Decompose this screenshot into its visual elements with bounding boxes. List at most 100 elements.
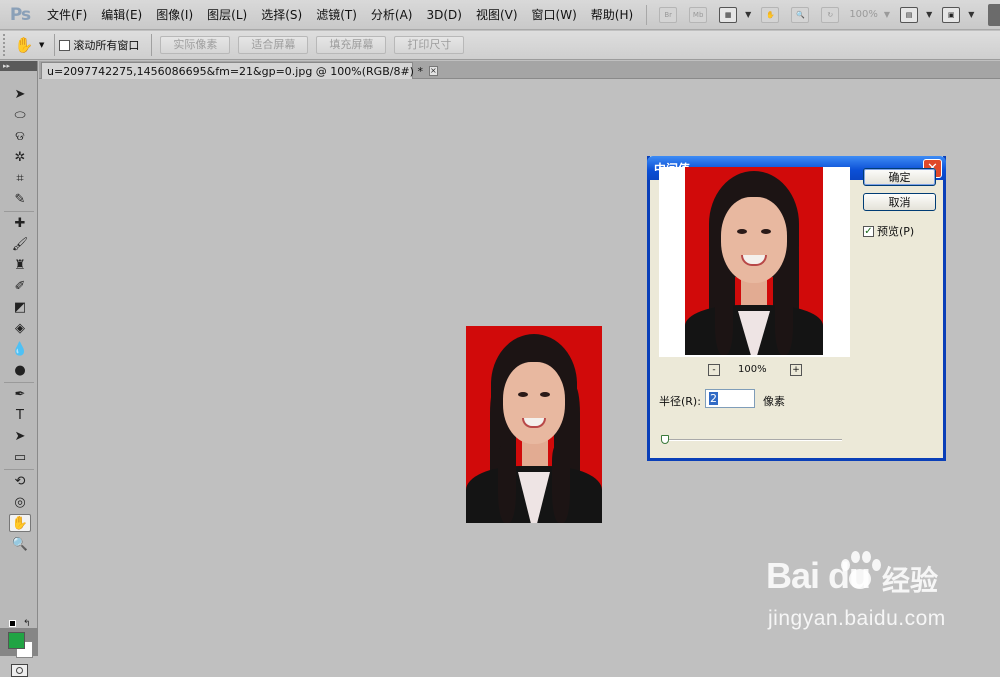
print-size-button[interactable]: 打印尺寸 [394, 36, 465, 54]
canvas-image[interactable] [466, 326, 602, 523]
cancel-button[interactable]: 取消 [863, 193, 936, 211]
dialog-preview[interactable] [659, 167, 850, 357]
photo-hair-right [775, 285, 793, 355]
menu-image[interactable]: 图像(I) [149, 0, 200, 30]
zoom-level[interactable]: 100% [849, 9, 878, 20]
photo-face [721, 197, 787, 283]
fit-screen-button[interactable]: 适合屏幕 [238, 36, 309, 54]
tools-panel: ▸▸ ➤ ⬭ ଡ ✲ ⌗ ✎ ✚ 🖌 ♜ ✐ ◩ ◈ 💧 ● ✒ T ➤ ▭ ⟲… [0, 61, 38, 677]
menu-window[interactable]: 窗口(W) [525, 0, 584, 30]
crop-tool-icon[interactable]: ⌗ [9, 169, 31, 187]
hand-tool-icon[interactable]: ✋ [9, 514, 31, 532]
scroll-all-windows-option[interactable]: 滚动所有窗口 [59, 37, 139, 53]
mini-bridge-icon[interactable]: Mb [689, 6, 708, 23]
photo-eye [540, 392, 550, 397]
shape-tool-icon[interactable]: ▭ [9, 448, 31, 466]
baidu-logo-text: Bai du [766, 555, 871, 596]
view-extras-icon[interactable]: ▦ [719, 6, 738, 23]
foreground-color-swatch[interactable] [8, 632, 25, 649]
preview-image [685, 167, 823, 355]
history-brush-tool-icon[interactable]: ✐ [9, 277, 31, 295]
radius-slider[interactable] [664, 439, 842, 441]
marquee-tool-icon[interactable]: ⬭ [9, 106, 31, 124]
3d-rotate-tool-icon[interactable]: ⟲ [9, 472, 31, 490]
dodge-tool-icon[interactable]: ● [9, 361, 31, 379]
document-tab[interactable]: u=2097742275,1456086695&fm=21&gp=0.jpg @… [41, 62, 438, 79]
quick-selection-tool-icon[interactable]: ✲ [9, 148, 31, 166]
chevron-down-icon[interactable]: ▼ [745, 10, 751, 19]
menu-edit[interactable]: 编辑(E) [94, 0, 149, 30]
jingyan-text: 经验 [882, 564, 939, 597]
hand-tool-icon[interactable]: ✋ [9, 34, 39, 56]
lasso-tool-icon[interactable]: ଡ [9, 127, 31, 145]
eraser-tool-icon[interactable]: ◩ [9, 298, 31, 316]
tools-divider [4, 469, 34, 470]
photo-eye [518, 392, 528, 397]
preview-label: 预览(P) [877, 225, 915, 238]
pen-tool-icon[interactable]: ✒ [9, 385, 31, 403]
document-tab-bar: u=2097742275,1456086695&fm=21&gp=0.jpg @… [39, 61, 1000, 79]
options-bar: ✋ ▼ 滚动所有窗口 实际像素 适合屏幕 填充屏幕 打印尺寸 [0, 31, 1000, 60]
bridge-icon[interactable]: Br [659, 6, 678, 23]
menubar-divider [646, 4, 648, 25]
move-tool-icon[interactable]: ➤ [9, 85, 31, 103]
zoom-tool-icon[interactable]: 🔍 [791, 6, 810, 23]
preview-zoom-level: 100% [738, 364, 767, 375]
chevron-down-icon[interactable]: ▼ [968, 10, 974, 19]
healing-brush-tool-icon[interactable]: ✚ [9, 214, 31, 232]
photo-hair-right [552, 446, 570, 523]
chevron-down-icon[interactable]: ▼ [926, 10, 932, 19]
radius-slider-thumb[interactable] [661, 435, 669, 444]
menu-help[interactable]: 帮助(H) [584, 0, 640, 30]
photoshop-logo: Ps [9, 4, 31, 25]
path-selection-tool-icon[interactable]: ➤ [9, 427, 31, 445]
menu-analysis[interactable]: 分析(A) [364, 0, 420, 30]
zoom-in-button[interactable]: + [790, 364, 802, 376]
chevron-down-icon[interactable]: ▼ [39, 41, 44, 49]
hand-tool-icon[interactable]: ✋ [761, 6, 780, 23]
eyedropper-tool-icon[interactable]: ✎ [9, 190, 31, 208]
watermark-url: jingyan.baidu.com [768, 607, 946, 630]
clone-stamp-tool-icon[interactable]: ♜ [9, 256, 31, 274]
blur-tool-icon[interactable]: 💧 [9, 340, 31, 358]
brush-tool-icon[interactable]: 🖌 [9, 235, 31, 253]
options-divider [54, 34, 56, 56]
preview-option[interactable]: ✓ 预览(P) [863, 223, 914, 239]
arrange-documents-icon[interactable]: ▤ [900, 6, 919, 23]
radius-label: 半径(R): [659, 395, 701, 408]
zoom-tool-icon[interactable]: 🔍 [9, 535, 31, 553]
photo-eye [737, 229, 747, 234]
3d-orbit-tool-icon[interactable]: ◎ [9, 493, 31, 511]
radius-value: 2 [709, 392, 718, 405]
paint-bucket-tool-icon[interactable]: ◈ [9, 319, 31, 337]
menu-layer[interactable]: 图层(L) [200, 0, 254, 30]
fill-screen-button[interactable]: 填充屏幕 [316, 36, 387, 54]
menu-filter[interactable]: 滤镜(T) [309, 0, 364, 30]
close-icon[interactable]: × [428, 66, 438, 76]
menu-3d[interactable]: 3D(D) [419, 0, 468, 30]
menu-bar: Ps 文件(F) 编辑(E) 图像(I) 图层(L) 选择(S) 滤镜(T) 分… [0, 0, 1000, 30]
options-divider [151, 34, 153, 56]
screen-mode-icon[interactable]: ▣ [942, 6, 961, 23]
tools-divider [4, 211, 34, 212]
zoom-out-button[interactable]: - [708, 364, 720, 376]
ok-button[interactable]: 确定 [863, 168, 936, 186]
menu-file[interactable]: 文件(F) [40, 0, 94, 30]
actual-pixels-button[interactable]: 实际像素 [160, 36, 231, 54]
baidu-jingyan-watermark: Bai du 经验 jingyan.baidu.com [766, 549, 996, 639]
default-colors-icon[interactable] [9, 620, 16, 627]
menu-view[interactable]: 视图(V) [469, 0, 525, 30]
workspace-switcher[interactable] [988, 4, 1000, 26]
rotate-view-icon[interactable]: ↻ [821, 6, 840, 23]
type-tool-icon[interactable]: T [9, 406, 31, 424]
median-dialog: 中间值 ✕ 确定 取消 ✓ 预览(P) - 100% + 半径(R): 2 像素 [647, 156, 946, 461]
menu-select[interactable]: 选择(S) [254, 0, 309, 30]
scroll-all-label: 滚动所有窗口 [73, 39, 140, 52]
tools-panel-header[interactable]: ▸▸ [0, 61, 37, 71]
scroll-all-checkbox[interactable] [59, 39, 71, 51]
tools-divider [4, 382, 34, 383]
preview-checkbox[interactable]: ✓ [863, 225, 874, 237]
quick-mask-icon[interactable] [11, 664, 28, 677]
chevron-down-icon[interactable]: ▼ [884, 10, 890, 19]
radius-input[interactable]: 2 [705, 389, 755, 408]
